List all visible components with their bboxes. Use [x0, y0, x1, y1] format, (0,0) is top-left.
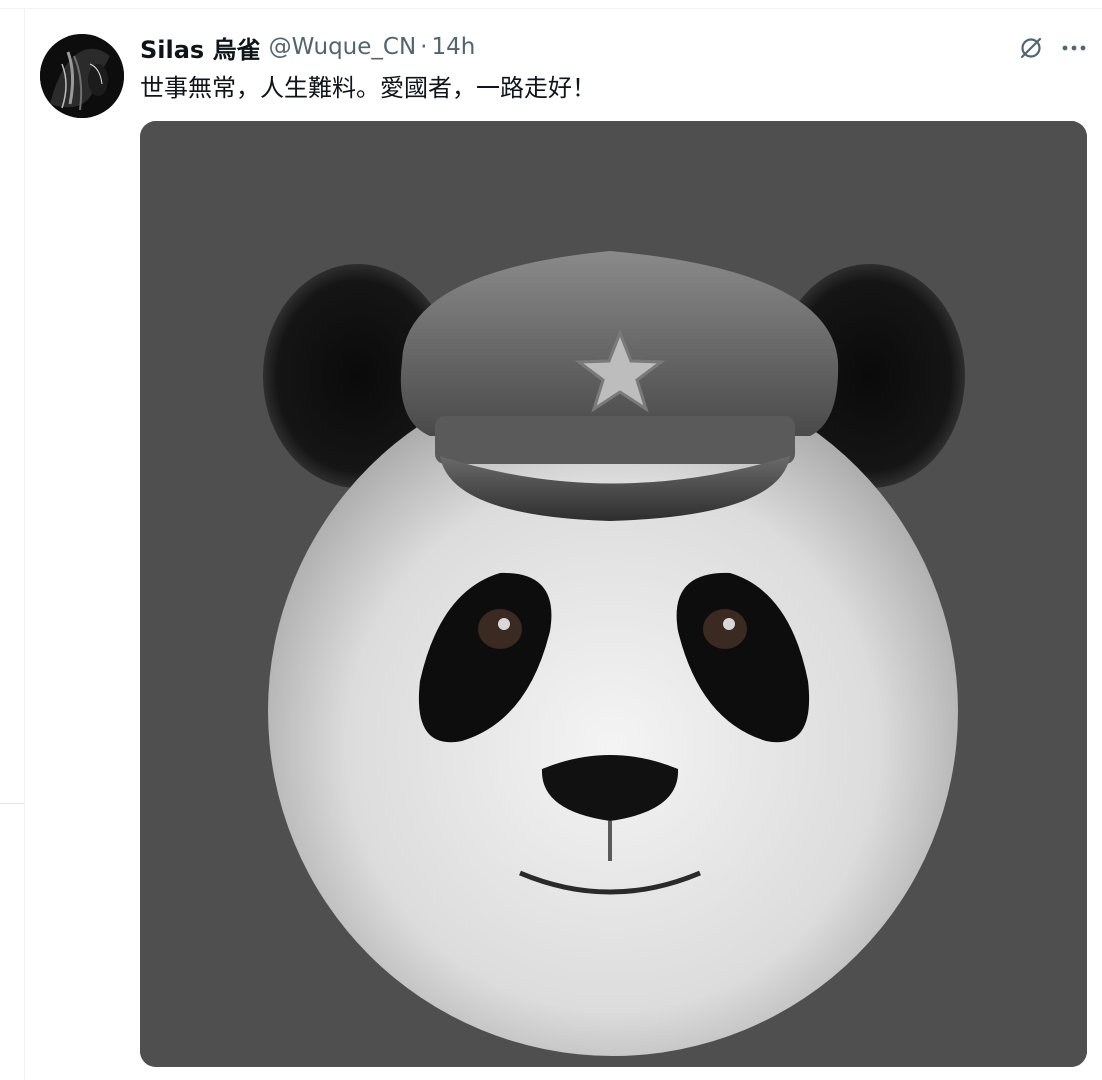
- panda-image: [140, 121, 1087, 1067]
- more-button[interactable]: [1058, 32, 1090, 64]
- grok-button[interactable]: [1015, 32, 1047, 64]
- more-icon: [1062, 45, 1086, 51]
- tweet-text: 世事無常，人生難料。愛國者，一路走好！: [140, 74, 596, 102]
- avatar[interactable]: [40, 34, 124, 118]
- tweet-media[interactable]: [140, 121, 1087, 1067]
- avatar-image: [40, 34, 124, 118]
- timeline-tick-divider: [0, 803, 24, 804]
- author-handle[interactable]: @Wuque_CN: [269, 34, 417, 60]
- panda-head: [268, 366, 958, 1056]
- separator-dot: ·: [420, 34, 428, 60]
- grok-icon: [1020, 37, 1042, 59]
- top-divider: [0, 8, 1102, 9]
- author-name[interactable]: Silas 烏雀: [140, 30, 261, 65]
- timestamp[interactable]: 14h: [431, 34, 475, 60]
- tweet-header: Silas 烏雀 @Wuque_CN · 14h: [140, 30, 475, 64]
- timeline-left-border: [24, 8, 25, 1080]
